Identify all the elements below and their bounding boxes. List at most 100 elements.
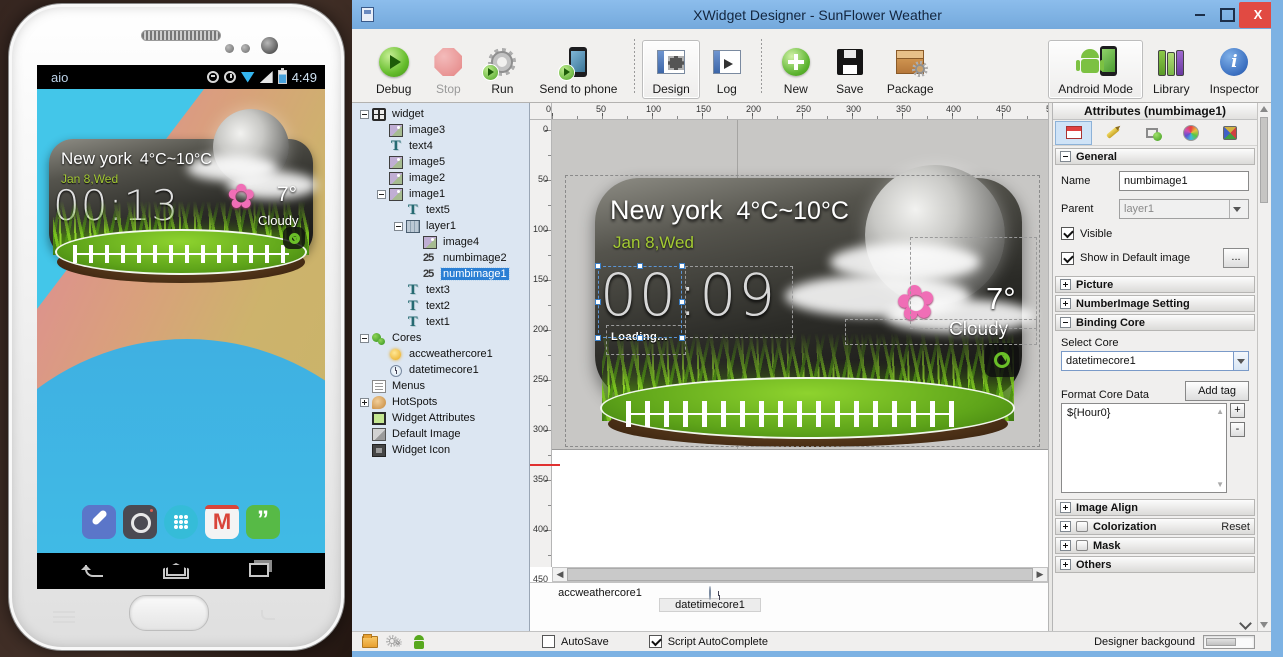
tab-color[interactable]	[1172, 121, 1209, 145]
folder-icon[interactable]	[362, 636, 378, 648]
tree-item-layer1[interactable]: layer1	[352, 218, 529, 234]
format-core-data-input[interactable]: ${Hour0} ▲ ▼	[1061, 403, 1227, 493]
expand-icon[interactable]	[1060, 502, 1071, 513]
section-general[interactable]: General	[1055, 148, 1255, 165]
tree-item-text2[interactable]: text2	[352, 298, 529, 314]
expand-icon[interactable]	[360, 398, 369, 407]
gears-icon[interactable]	[386, 635, 404, 649]
new-button[interactable]: New	[769, 40, 823, 99]
scroll-down-icon[interactable]: ▼	[1216, 480, 1224, 489]
collapse-icon[interactable]	[360, 110, 369, 119]
collapse-icon[interactable]	[377, 190, 386, 199]
tree-item-image5[interactable]: image5	[352, 154, 529, 170]
selection-handle[interactable]	[595, 299, 601, 305]
android-mode-button[interactable]: Android Mode	[1048, 40, 1143, 99]
send-to-phone-button[interactable]: Send to phone	[529, 40, 627, 99]
expand-icon[interactable]	[1060, 521, 1071, 532]
selection-handle[interactable]	[679, 299, 685, 305]
selection-handle[interactable]	[679, 263, 685, 269]
tree-item-accweathercore1[interactable]: accweathercore1	[352, 346, 529, 362]
add-tag-button[interactable]: Add tag	[1185, 381, 1249, 401]
tree-item-widget[interactable]: widget	[352, 106, 529, 122]
core-item-accweathercore1[interactable]: accweathercore1	[550, 587, 650, 599]
selection-handle[interactable]	[637, 335, 643, 341]
remove-line-button[interactable]: -	[1230, 422, 1245, 437]
tree-item-numbimage2[interactable]: numbimage2	[352, 250, 529, 266]
show-default-checkbox[interactable]	[1061, 252, 1074, 265]
scroll-left-arrow[interactable]: ◀	[553, 568, 567, 581]
collapse-icon[interactable]	[1060, 317, 1071, 328]
scroll-down-arrow[interactable]	[1260, 622, 1268, 628]
script-autocomplete-checkbox[interactable]	[649, 635, 662, 648]
tree-item-text5[interactable]: text5	[352, 202, 529, 218]
tree-item-datetimecore1[interactable]: datetimecore1	[352, 362, 529, 378]
app-drawer-icon[interactable]	[164, 505, 198, 539]
name-input[interactable]: numbimage1	[1119, 171, 1249, 191]
minimize-button[interactable]	[1187, 0, 1213, 29]
section-mask[interactable]: Mask	[1055, 537, 1255, 554]
phone-weather-widget[interactable]: New york4°C~10°C Jan 8,Wed 00:13 ✿ 7° Cl…	[37, 89, 325, 319]
tree-item-hotspots[interactable]: HotSpots	[352, 394, 529, 410]
inspector-button[interactable]: i Inspector	[1200, 40, 1269, 99]
section-colorization[interactable]: Colorization Reset	[1055, 518, 1255, 535]
recents-nav-icon[interactable]	[249, 563, 269, 577]
select-core-dropdown[interactable]: datetimecore1	[1061, 351, 1249, 371]
parent-select[interactable]: layer1	[1119, 199, 1249, 219]
log-tab-button[interactable]: Log	[700, 40, 754, 99]
scrollbar-thumb[interactable]	[567, 568, 1033, 581]
dialer-app-icon[interactable]	[82, 505, 116, 539]
design-canvas[interactable]: 050100150200250300350400450500 050100150…	[530, 103, 1048, 631]
menu-capacitive-icon[interactable]	[53, 611, 75, 624]
selection-box[interactable]	[598, 266, 682, 338]
tree-item-text1[interactable]: text1	[352, 314, 529, 330]
tree-item-text3[interactable]: text3	[352, 282, 529, 298]
expand-icon[interactable]	[1060, 559, 1071, 570]
core-item-datetimecore1[interactable]: datetimecore1	[660, 587, 760, 611]
debug-button[interactable]: Debug	[366, 40, 421, 99]
scroll-up-icon[interactable]: ▲	[1216, 407, 1224, 416]
collapse-icon[interactable]	[394, 222, 403, 231]
horizontal-scrollbar[interactable]: ◀ ▶	[552, 567, 1048, 582]
browse-button[interactable]: ...	[1223, 248, 1249, 268]
tab-3d[interactable]	[1211, 121, 1248, 145]
expand-icon[interactable]	[1060, 298, 1071, 309]
reset-button[interactable]: Reset	[1221, 521, 1250, 533]
scroll-up-arrow[interactable]	[1260, 106, 1268, 112]
tree-item-text4[interactable]: text4	[352, 138, 529, 154]
tree-item-image1[interactable]: image1	[352, 186, 529, 202]
refresh-button[interactable]	[283, 227, 305, 249]
save-button[interactable]: Save	[823, 40, 877, 99]
collapse-icon[interactable]	[360, 334, 369, 343]
title-bar[interactable]: XWidget Designer - SunFlower Weather X	[352, 0, 1283, 29]
home-nav-icon[interactable]	[163, 562, 189, 579]
android-status-icon[interactable]	[412, 635, 426, 649]
library-button[interactable]: Library	[1143, 40, 1200, 99]
tab-shape[interactable]	[1133, 121, 1170, 145]
dropdown-arrow-icon[interactable]	[1229, 200, 1244, 218]
phone-home-button[interactable]	[129, 595, 209, 631]
panel-scroll-down-icon[interactable]	[1241, 617, 1251, 627]
hangouts-app-icon[interactable]: ”	[246, 505, 280, 539]
selection-handle[interactable]	[595, 263, 601, 269]
scroll-right-arrow[interactable]: ▶	[1033, 568, 1047, 581]
autosave-checkbox[interactable]	[542, 635, 555, 648]
tab-general[interactable]	[1055, 121, 1092, 145]
tree-item-menus[interactable]: Menus	[352, 378, 529, 394]
selection-handle[interactable]	[679, 335, 685, 341]
visible-checkbox[interactable]	[1061, 227, 1074, 240]
stop-button[interactable]: Stop	[421, 40, 475, 99]
section-image-align[interactable]: Image Align	[1055, 499, 1255, 516]
maximize-button[interactable]	[1213, 0, 1239, 29]
design-tab-button[interactable]: Design	[642, 40, 699, 99]
run-button[interactable]: Run	[475, 40, 529, 99]
tree-item-image4[interactable]: image4	[352, 234, 529, 250]
add-line-button[interactable]: +	[1230, 403, 1245, 418]
tree-item-cores[interactable]: Cores	[352, 330, 529, 346]
scrollbar-thumb[interactable]	[1260, 117, 1268, 203]
tree-item-numbimage1[interactable]: numbimage1	[352, 266, 529, 282]
tree-item-image2[interactable]: image2	[352, 170, 529, 186]
tab-edit[interactable]	[1094, 121, 1131, 145]
gmail-app-icon[interactable]: M	[205, 505, 239, 539]
section-others[interactable]: Others	[1055, 556, 1255, 573]
back-nav-icon[interactable]	[85, 565, 103, 577]
